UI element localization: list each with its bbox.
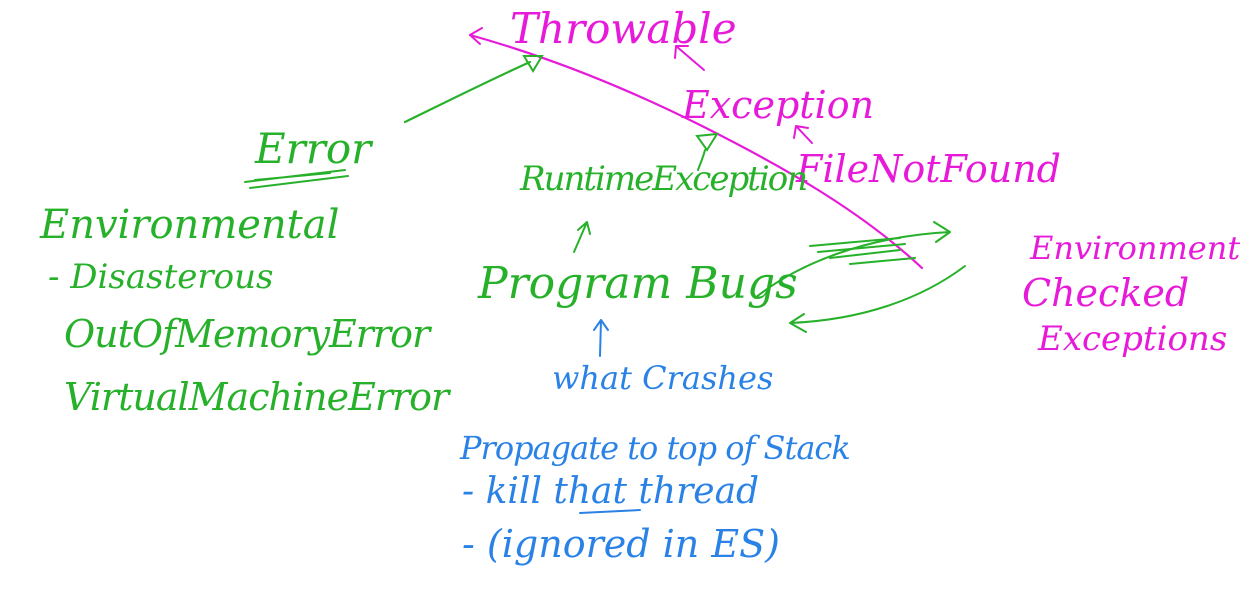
file-not-found-label: FileNotFound (796, 147, 1061, 191)
error-notes-line3: VirtualMachineError (64, 375, 449, 419)
error-notes-heading: Environmental (40, 202, 340, 248)
exception-arrow-icon (793, 125, 813, 144)
error-notes-line2: OutOfMemoryError (64, 312, 430, 356)
runtime-exception-label: RuntimeException (520, 159, 808, 199)
whiteboard-canvas: Throwable Exception FileNotFound Error R… (0, 0, 1240, 590)
checked-notes-line3: Exceptions (1038, 319, 1228, 359)
what-crashes-label: what Crashes (552, 359, 774, 397)
exception-label: Exception (682, 83, 875, 127)
checked-notes-line1: Environmental (1030, 229, 1240, 267)
program-bugs-label: Program Bugs (478, 258, 798, 309)
error-notes-line1: - Disasterous (48, 257, 274, 297)
exception-triangle-icon (695, 132, 719, 152)
curved-arrow-from-checked (789, 265, 966, 333)
bugs-to-runtime-arrow (573, 221, 591, 253)
kill-thread-label: - kill that thread (462, 471, 760, 512)
error-to-throwable-line (403, 60, 532, 124)
checked-notes-line2: Checked (1022, 271, 1190, 315)
propagate-label: Propagate to top of Stack (460, 429, 851, 467)
ignored-label: - (ignored in ES) (462, 522, 780, 566)
crashes-to-bugs-arrow (593, 319, 609, 357)
throwable-label: Throwable (510, 4, 737, 53)
error-label: Error (255, 124, 372, 173)
checked-exceptions-scribble (809, 237, 916, 265)
